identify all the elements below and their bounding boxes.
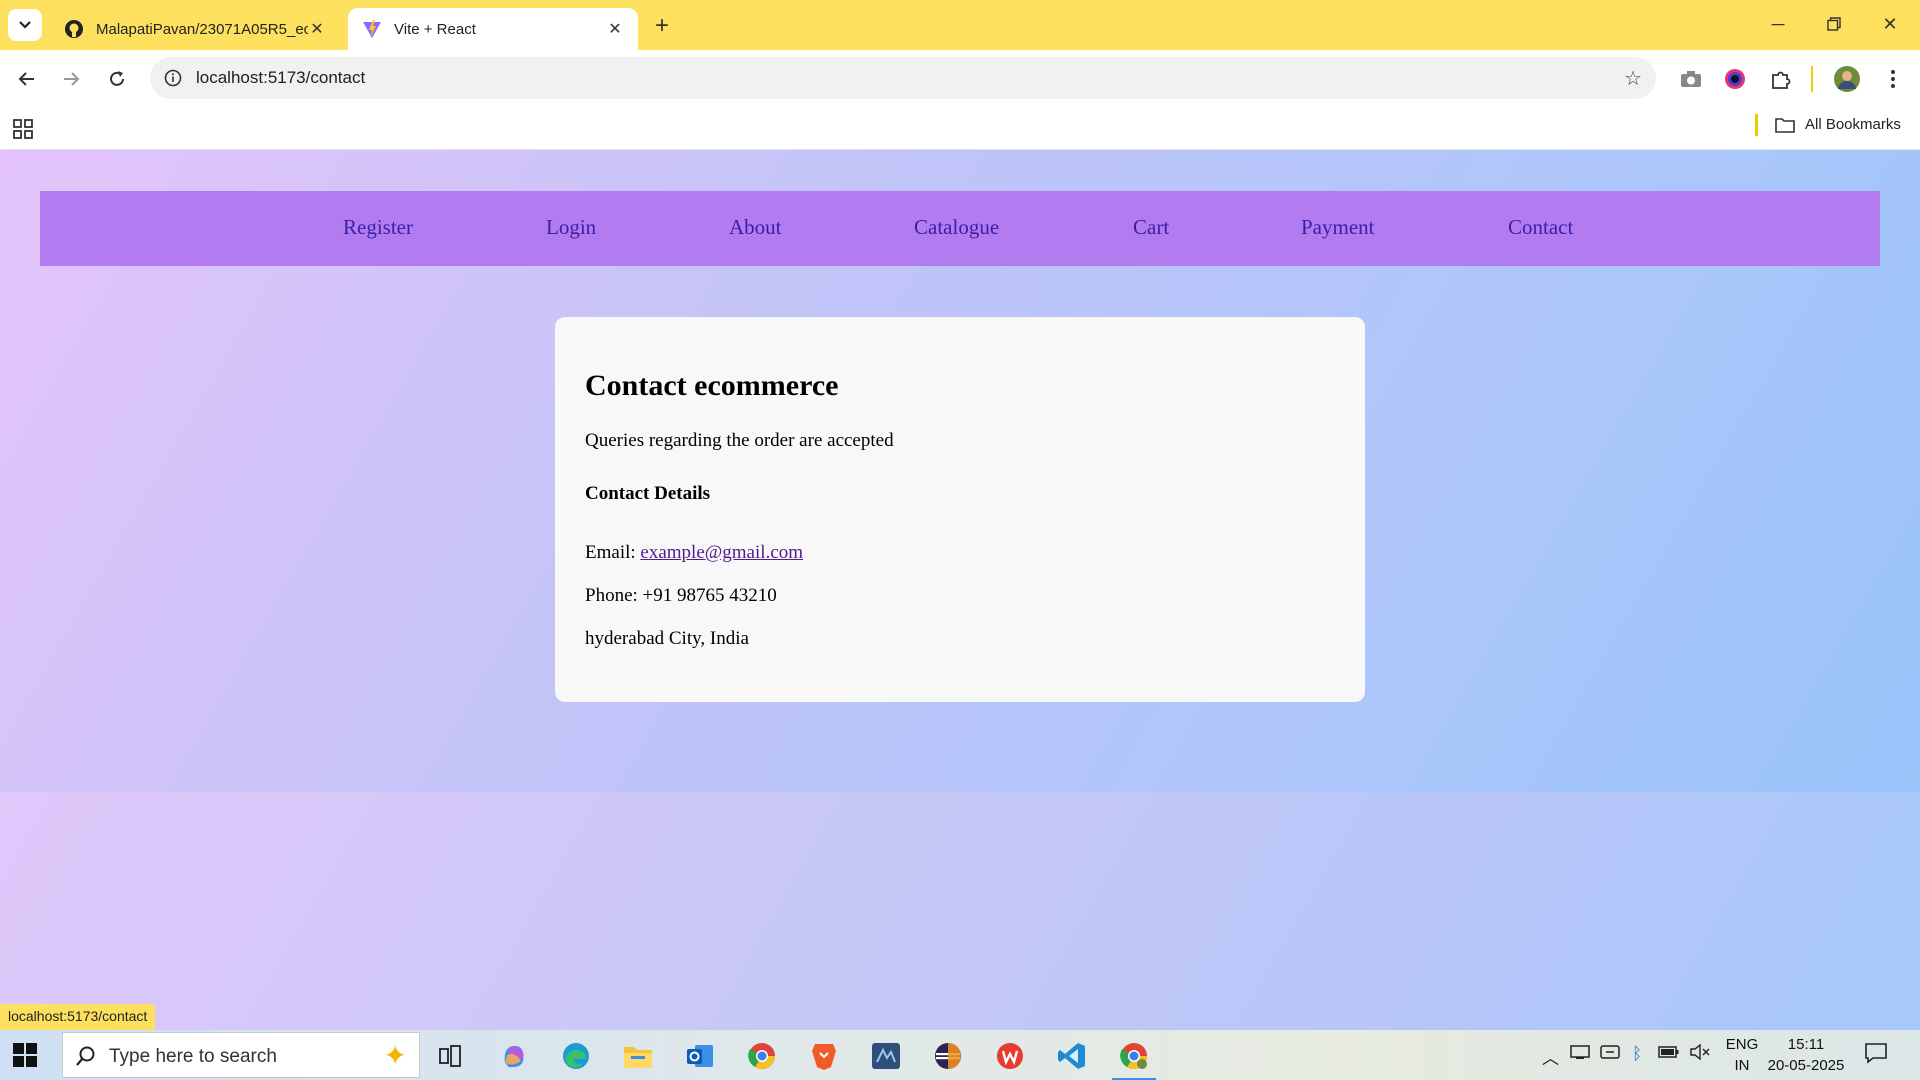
email-link[interactable]: example@gmail.com [640, 542, 803, 563]
all-bookmarks-label: All Bookmarks [1805, 116, 1901, 133]
windows-logo-icon [13, 1043, 37, 1067]
close-window-button[interactable]: ✕ [1862, 8, 1918, 40]
chrome-active-icon[interactable] [1110, 1037, 1158, 1080]
email-label: Email: [585, 542, 641, 563]
vscode-icon[interactable] [1048, 1037, 1096, 1075]
clock-date: 20-05-2025 [1767, 1057, 1845, 1074]
contact-details-heading: Contact Details [585, 483, 711, 504]
chrome-icon[interactable] [738, 1037, 786, 1075]
page-viewport: Register Login About Catalogue Cart Paym… [0, 150, 1920, 1030]
puzzle-extensions-icon[interactable] [1766, 64, 1796, 94]
language-indicator[interactable]: ENG IN [1722, 1034, 1762, 1076]
browser-tab-github[interactable]: MalapatiPavan/23071A05R5_ec ✕ [50, 8, 340, 50]
all-bookmarks-button[interactable]: All Bookmarks [1775, 116, 1901, 133]
browser-tab-vite[interactable]: Vite + React ✕ [348, 8, 638, 50]
bookmark-star-icon[interactable]: ☆ [1624, 66, 1642, 91]
nav-link-contact[interactable]: Contact [1508, 215, 1573, 240]
outlook-icon[interactable] [676, 1037, 724, 1075]
reload-button[interactable] [100, 62, 134, 96]
system-clock[interactable]: 15:11 20-05-2025 [1766, 1034, 1846, 1076]
windows-taskbar: Type here to search ✦ ︿ ᛒ ENG IN 15:11 2… [0, 1030, 1920, 1080]
new-tab-button[interactable]: + [648, 12, 676, 40]
extension-circle-icon[interactable] [1720, 64, 1750, 94]
forward-button[interactable] [54, 62, 88, 96]
eclipse-icon[interactable] [924, 1037, 972, 1075]
contact-intro: Queries regarding the order are accepted [585, 430, 894, 451]
nav-link-about[interactable]: About [729, 215, 782, 240]
region-code: IN [1734, 1057, 1750, 1074]
chevron-down-icon [19, 21, 31, 29]
profile-avatar[interactable] [1832, 64, 1862, 94]
language-code: ENG [1725, 1036, 1759, 1053]
windows-start-button[interactable] [12, 1042, 38, 1068]
page-background-lower [0, 792, 1920, 1030]
wps-office-icon[interactable] [986, 1037, 1034, 1075]
close-icon[interactable]: ✕ [606, 19, 624, 39]
browser-tab-bar: MalapatiPavan/23071A05R5_ec ✕ Vite + Rea… [0, 0, 1920, 50]
file-explorer-icon[interactable] [614, 1037, 662, 1075]
chevron-up-icon[interactable]: ︿ [1542, 1044, 1559, 1069]
speaker-muted-icon[interactable] [1690, 1043, 1710, 1065]
site-info-icon[interactable] [162, 67, 184, 89]
bookmarks-bar: All Bookmarks [0, 108, 1920, 150]
contact-phone: Phone: +91 98765 43210 [585, 585, 777, 606]
site-navigation: Register Login About Catalogue Cart Paym… [40, 191, 1880, 266]
edge-icon[interactable] [552, 1037, 600, 1075]
back-button[interactable] [10, 62, 44, 96]
browser-toolbar: localhost:5173/contact ☆ [0, 50, 1920, 108]
page-title: Contact ecommerce [585, 369, 839, 402]
notifications-icon[interactable] [1864, 1042, 1888, 1069]
restore-icon [1827, 17, 1841, 31]
folder-icon [1775, 117, 1795, 133]
tab-title: Vite + React [394, 20, 476, 38]
device-icon[interactable] [1570, 1044, 1590, 1065]
camera-icon[interactable] [1676, 64, 1706, 94]
battery-icon[interactable] [1658, 1044, 1680, 1064]
apps-grid-icon[interactable] [12, 118, 36, 142]
search-placeholder: Type here to search [109, 1046, 277, 1067]
contact-address: hyderabad City, India [585, 628, 749, 649]
bookmarks-divider [1755, 114, 1758, 136]
restore-button[interactable] [1806, 8, 1862, 40]
nav-link-payment[interactable]: Payment [1301, 215, 1375, 240]
nav-link-catalogue[interactable]: Catalogue [914, 215, 999, 240]
github-icon [64, 19, 84, 39]
search-icon [76, 1046, 95, 1066]
tab-title: MalapatiPavan/23071A05R5_ec [96, 20, 308, 38]
contact-email-row: Email: example@gmail.com [585, 542, 803, 564]
close-icon[interactable]: ✕ [308, 19, 326, 39]
arrow-left-icon [18, 72, 34, 86]
contact-card: Contact ecommerce Queries regarding the … [555, 317, 1365, 702]
address-bar[interactable]: localhost:5173/contact ☆ [150, 57, 1656, 99]
nav-link-register[interactable]: Register [343, 215, 413, 240]
arrow-right-icon [64, 72, 80, 86]
clock-time: 15:11 [1787, 1036, 1825, 1053]
bluetooth-icon[interactable]: ᛒ [1632, 1044, 1642, 1064]
copilot-icon[interactable] [490, 1037, 538, 1075]
tab-search-button[interactable] [8, 9, 42, 41]
nav-link-login[interactable]: Login [546, 215, 596, 240]
nav-link-cart[interactable]: Cart [1133, 215, 1169, 240]
reload-icon [110, 71, 124, 86]
task-view-icon[interactable] [426, 1037, 474, 1075]
minimize-button[interactable]: ─ [1750, 8, 1806, 40]
url-text: localhost:5173/contact [196, 68, 366, 87]
mysql-workbench-icon[interactable] [862, 1037, 910, 1075]
vite-icon [362, 19, 382, 39]
more-menu-icon[interactable] [1878, 64, 1908, 94]
toolbar-divider [1811, 66, 1813, 92]
copilot-sparkle-icon: ✦ [383, 1040, 407, 1071]
taskbar-search-box[interactable]: Type here to search ✦ [62, 1032, 420, 1078]
meet-now-icon[interactable] [1600, 1044, 1620, 1065]
status-bar-url: localhost:5173/contact [0, 1004, 156, 1030]
brave-icon[interactable] [800, 1037, 848, 1075]
